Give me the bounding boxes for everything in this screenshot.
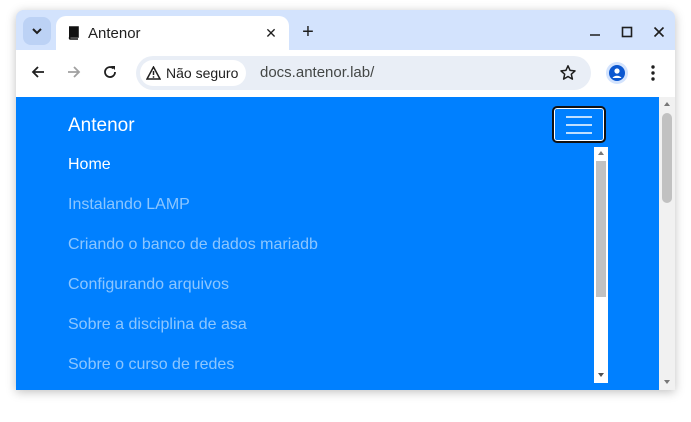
back-icon[interactable] [26,60,50,84]
browser-toolbar: Não seguro docs.antenor.lab/ [16,50,675,97]
page-viewport: Antenor Home Instalando LAMP Criando o b… [16,97,675,390]
page-scroll-down-arrow-icon[interactable] [664,380,670,384]
nav-scrollbar-thumb[interactable] [596,161,606,297]
close-window-icon[interactable] [647,20,671,44]
tab-search-icon [32,28,42,35]
close-icon[interactable]: ✕ [261,23,281,43]
site-nav-list: Home Instalando LAMP Criando o banco de … [68,155,318,390]
address-bar[interactable]: Não seguro docs.antenor.lab/ [136,56,591,90]
nav-scrollbar[interactable] [594,147,608,383]
nav-item-home[interactable]: Home [68,155,318,195]
site-brand[interactable]: Antenor [68,115,135,137]
star-icon[interactable] [557,62,579,84]
hamburger-icon [566,115,592,134]
warning-icon [146,66,161,80]
kebab-menu-icon[interactable] [642,62,664,84]
scroll-up-arrow-icon[interactable] [598,151,604,155]
book-icon [68,26,79,40]
nav-item-configurando-arquivos[interactable]: Configurando arquivos [68,275,318,315]
plus-icon[interactable]: + [296,20,320,44]
maximize-icon[interactable] [615,20,639,44]
page-scrollbar-thumb[interactable] [662,113,672,203]
tab-search-button[interactable] [23,17,51,45]
tab-strip: Antenor ✕ + [16,10,675,50]
security-label: Não seguro [166,65,239,81]
url-text[interactable]: docs.antenor.lab/ [260,64,374,81]
minimize-icon[interactable] [583,20,607,44]
tab-antenor[interactable]: Antenor ✕ [56,16,289,50]
page-scroll-up-arrow-icon[interactable] [664,102,670,106]
tab-title: Antenor [88,25,141,42]
scroll-down-arrow-icon[interactable] [598,373,604,377]
nav-item-instalando-lamp[interactable]: Instalando LAMP [68,195,318,235]
nav-item-sobre-curso[interactable]: Sobre o curso de redes [68,355,318,390]
nav-item-sobre-disciplina[interactable]: Sobre a disciplina de asa [68,315,318,355]
page-scrollbar[interactable] [659,97,675,390]
browser-window: Antenor ✕ + Não seguro docs.antenor.lab/… [16,10,675,390]
forward-icon[interactable] [62,60,86,84]
security-chip[interactable]: Não seguro [140,60,247,86]
navbar-toggle-button[interactable] [552,106,606,143]
nav-item-criando-banco[interactable]: Criando o banco de dados mariadb [68,235,318,275]
profile-icon[interactable] [606,62,628,84]
reload-icon[interactable] [98,60,122,84]
